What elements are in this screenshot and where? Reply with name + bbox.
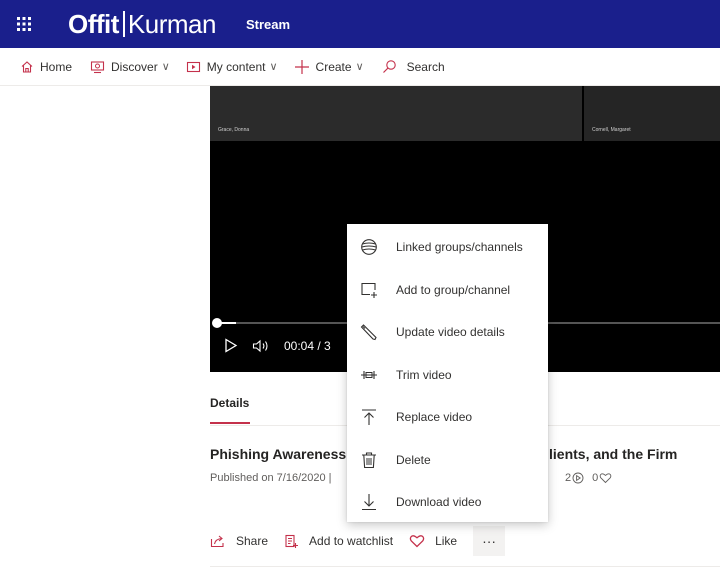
chevron-down-icon: ∨ — [355, 61, 364, 73]
volume-icon[interactable] — [252, 339, 270, 353]
participant-name: Cornell, Margaret — [592, 127, 631, 133]
search-icon — [382, 59, 397, 74]
more-options-button[interactable]: ··· — [473, 526, 506, 556]
nav-item-discover[interactable]: Discover ∨ — [90, 48, 170, 86]
my-content-icon — [186, 60, 201, 74]
participant-tile: Grace, Donna — [210, 86, 582, 141]
nav-search[interactable]: Search — [382, 48, 445, 86]
menu-item-label: Download video — [396, 495, 482, 510]
nav-item-label: My content — [206, 59, 266, 74]
nav-item-my-content[interactable]: My content ∨ — [186, 48, 278, 86]
tab-active-indicator — [210, 422, 250, 424]
discover-icon — [90, 60, 105, 74]
share-label: Share — [236, 534, 269, 548]
trim-icon — [359, 365, 379, 385]
logo-divider — [122, 11, 125, 37]
add-to-group-icon — [359, 280, 379, 300]
menu-item-label: Update video details — [396, 325, 505, 340]
app-header: Offit Kurman Stream — [0, 0, 720, 48]
menu-item-trim-video[interactable]: Trim video — [347, 354, 548, 397]
views-icon — [572, 472, 584, 484]
nav-item-label: Discover — [111, 59, 158, 74]
video-stats: 2 0 — [565, 472, 620, 484]
share-icon — [210, 534, 226, 548]
likes-count: 0 — [592, 472, 612, 484]
search-label: Search — [406, 59, 445, 74]
pencil-icon — [359, 322, 379, 342]
nav-item-label: Create — [315, 59, 352, 74]
nav-bar: Home Discover ∨ My content ∨ Create ∨ Se… — [0, 48, 720, 86]
company-logo[interactable]: Offit Kurman — [68, 9, 216, 40]
likes-value: 0 — [592, 472, 599, 484]
add-to-watchlist-label: Add to watchlist — [309, 534, 394, 548]
nav-item-label: Home — [40, 59, 73, 74]
nav-item-create[interactable]: Create ∨ — [294, 48, 364, 86]
logo-left-text: Offit — [68, 8, 119, 39]
add-to-watchlist-button[interactable]: Add to watchlist — [284, 526, 393, 556]
chevron-down-icon: ∨ — [161, 61, 170, 73]
divider — [210, 566, 720, 567]
menu-item-label: Linked groups/channels — [396, 240, 523, 255]
player-controls: 00:04 / 3 — [224, 338, 331, 353]
plus-icon — [294, 59, 310, 75]
app-name[interactable]: Stream — [246, 17, 290, 32]
tab-details[interactable]: Details — [210, 396, 249, 410]
watchlist-icon — [284, 534, 299, 549]
menu-item-label: Delete — [396, 452, 431, 467]
video-title: Phishing Awareness — [210, 446, 347, 462]
like-label: Like — [435, 534, 458, 548]
chevron-down-icon: ∨ — [269, 61, 278, 73]
video-time: 00:04 / 3 — [284, 338, 331, 353]
menu-item-add-to-group[interactable]: Add to group/channel — [347, 269, 548, 312]
menu-item-label: Replace video — [396, 410, 473, 425]
menu-item-label: Trim video — [396, 367, 452, 382]
heart-icon — [599, 473, 612, 484]
like-button[interactable]: Like — [409, 526, 457, 556]
menu-item-replace-video[interactable]: Replace video — [347, 396, 548, 439]
linked-groups-icon — [359, 237, 379, 257]
video-title-end: lients, and the Firm — [549, 446, 678, 462]
menu-item-download-video[interactable]: Download video — [347, 481, 548, 524]
video-actions: Share Add to watchlist Like ··· — [210, 526, 506, 556]
menu-item-delete[interactable]: Delete — [347, 439, 548, 482]
more-options-menu: Linked groups/channels Add to group/chan… — [347, 224, 548, 522]
views-value: 2 — [565, 472, 572, 484]
progress-scrubber-handle[interactable] — [212, 318, 222, 328]
trash-icon — [359, 450, 379, 470]
published-date: Published on 7/16/2020 | — [210, 472, 332, 484]
download-icon — [359, 492, 379, 512]
menu-item-label: Add to group/channel — [396, 282, 511, 297]
heart-icon — [409, 534, 425, 548]
nav-item-home[interactable]: Home — [20, 48, 72, 86]
upload-icon — [359, 407, 379, 427]
share-button[interactable]: Share — [210, 526, 268, 556]
app-launcher-icon[interactable] — [0, 0, 48, 48]
home-icon — [20, 60, 34, 74]
participant-tile: Cornell, Margaret — [584, 86, 720, 141]
logo-right-text: Kurman — [127, 8, 217, 39]
play-icon[interactable] — [224, 338, 238, 353]
menu-item-update-details[interactable]: Update video details — [347, 311, 548, 354]
menu-item-linked-groups[interactable]: Linked groups/channels — [347, 226, 548, 269]
views-count: 2 — [565, 472, 584, 484]
participant-name: Grace, Donna — [218, 127, 250, 133]
